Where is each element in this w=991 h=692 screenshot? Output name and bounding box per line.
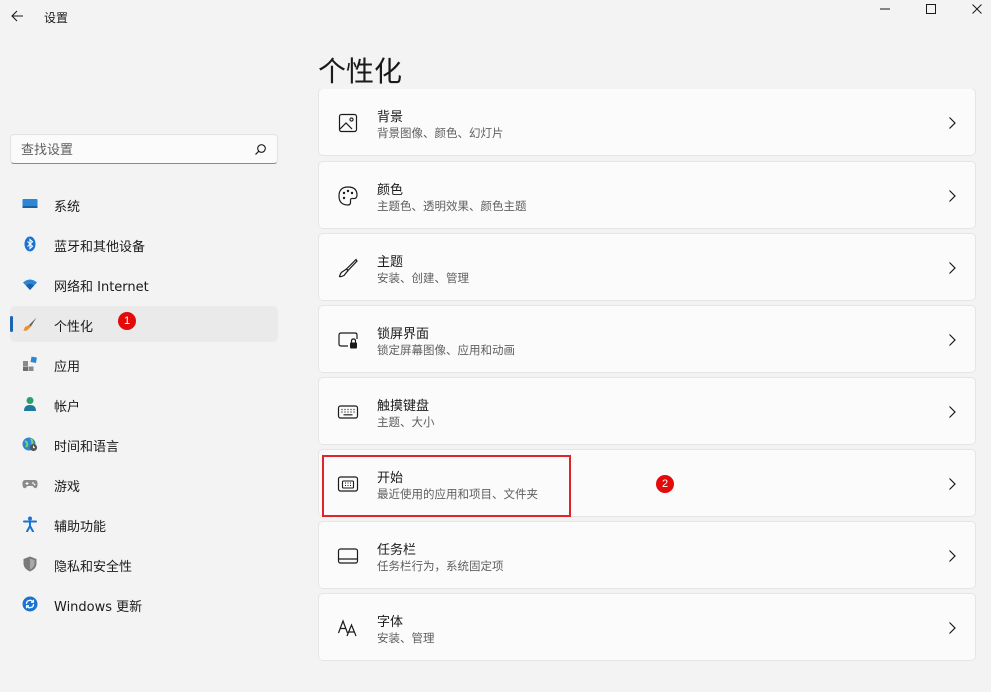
globe-clock-icon (22, 437, 38, 452)
card-subtitle: 安装、创建、管理 (377, 271, 469, 285)
minimize-icon (880, 8, 890, 10)
sidebar-item-windows-update[interactable]: Windows 更新 (10, 586, 278, 622)
chevron-right-icon (949, 190, 956, 202)
card-subtitle: 背景图像、颜色、幻灯片 (377, 126, 504, 140)
chevron-right-icon (949, 406, 956, 418)
picture-icon (338, 113, 358, 133)
update-icon (22, 596, 38, 612)
card-title: 开始 (377, 471, 404, 486)
bluetooth-icon (24, 236, 36, 252)
gamepad-icon (22, 480, 38, 489)
sidebar-item-time-language[interactable]: 时间和语言 (10, 426, 278, 462)
card-title: 锁屏界面 (377, 327, 430, 342)
palette-icon (338, 186, 358, 206)
card-colors[interactable]: 颜色 主题色、透明效果、颜色主题 (318, 161, 976, 229)
card-fonts[interactable]: 字体 安装、管理 (318, 593, 976, 661)
sidebar-item-label: 个性化 (54, 320, 94, 335)
sidebar-nav: 系统 蓝牙和其他设备 网络和 Internet 个性化 1 应用 帐户 时间和语… (10, 186, 278, 626)
card-title: 颜色 (377, 183, 404, 198)
sidebar-item-label: 游戏 (54, 480, 81, 495)
page-title: 个性化 (318, 55, 403, 88)
annotation-badge-1: 1 (118, 312, 136, 330)
sidebar-item-network[interactable]: 网络和 Internet (10, 266, 278, 302)
search-box[interactable] (10, 134, 278, 164)
card-title: 字体 (377, 615, 404, 630)
card-subtitle: 主题色、透明效果、颜色主题 (377, 199, 527, 213)
maximize-icon (926, 4, 936, 14)
card-start[interactable]: 开始 最近使用的应用和项目、文件夹 (318, 449, 976, 517)
sidebar-item-label: 系统 (54, 200, 81, 215)
accessibility-icon (23, 516, 37, 532)
sidebar-item-personalization[interactable]: 个性化 1 (10, 306, 278, 342)
sidebar-item-label: 时间和语言 (54, 440, 120, 455)
active-indicator (10, 316, 13, 332)
settings-card-list: 背景 背景图像、颜色、幻灯片 颜色 主题色、透明效果、颜色主题 主题 安装、创建… (318, 89, 976, 692)
chevron-right-icon (949, 117, 956, 129)
app-title: 设置 (44, 11, 69, 25)
card-background[interactable]: 背景 背景图像、颜色、幻灯片 (318, 89, 976, 156)
brush-icon (338, 258, 358, 278)
minimize-button[interactable] (862, 0, 908, 18)
sidebar-item-accounts[interactable]: 帐户 (10, 386, 278, 422)
card-taskbar[interactable]: 任务栏 任务栏行为，系统固定项 (318, 521, 976, 589)
close-button[interactable] (954, 0, 991, 18)
card-title: 触摸键盘 (377, 399, 430, 414)
chevron-right-icon (949, 262, 956, 274)
account-icon (24, 397, 36, 411)
apps-icon (23, 356, 37, 371)
card-subtitle: 主题、大小 (377, 415, 435, 429)
card-lock-screen[interactable]: 锁屏界面 锁定屏幕图像、应用和动画 (318, 305, 976, 373)
sidebar-item-accessibility[interactable]: 辅助功能 (10, 506, 278, 542)
sidebar-item-label: Windows 更新 (54, 600, 143, 615)
card-themes[interactable]: 主题 安装、创建、管理 (318, 233, 976, 301)
card-subtitle: 锁定屏幕图像、应用和动画 (377, 343, 515, 357)
sidebar-item-system[interactable]: 系统 (10, 186, 278, 222)
brush-icon (23, 317, 37, 331)
title-bar: 设置 (0, 0, 991, 34)
sidebar-item-label: 应用 (54, 360, 81, 375)
wifi-icon (23, 279, 37, 290)
taskbar-icon (337, 548, 359, 564)
sidebar-item-label: 隐私和安全性 (54, 560, 133, 575)
card-subtitle: 任务栏行为，系统固定项 (377, 559, 504, 573)
sidebar-item-label: 网络和 Internet (54, 280, 149, 295)
system-icon (22, 199, 38, 208)
font-icon (337, 619, 357, 637)
card-subtitle: 最近使用的应用和项目、文件夹 (377, 487, 538, 501)
search-icon (255, 144, 266, 155)
back-button[interactable] (8, 5, 30, 27)
chevron-right-icon (949, 622, 956, 634)
search-input[interactable] (21, 141, 241, 159)
card-title: 背景 (377, 110, 404, 125)
maximize-button[interactable] (908, 0, 954, 18)
chevron-right-icon (949, 550, 956, 562)
card-subtitle: 安装、管理 (377, 631, 435, 645)
sidebar-item-label: 帐户 (54, 400, 81, 415)
sidebar-item-apps[interactable]: 应用 (10, 346, 278, 382)
card-title: 主题 (377, 255, 404, 270)
shield-icon (23, 556, 37, 572)
sidebar-item-bluetooth[interactable]: 蓝牙和其他设备 (10, 226, 278, 262)
card-title: 任务栏 (377, 543, 417, 558)
sidebar-item-label: 辅助功能 (54, 520, 107, 535)
annotation-badge-2: 2 (656, 475, 674, 493)
chevron-right-icon (949, 334, 956, 346)
start-menu-icon (337, 476, 359, 492)
lock-screen-icon (338, 332, 358, 349)
sidebar-item-label: 蓝牙和其他设备 (54, 240, 146, 255)
close-icon (972, 4, 982, 14)
sidebar-item-privacy-security[interactable]: 隐私和安全性 (10, 546, 278, 582)
keyboard-icon (337, 405, 359, 419)
chevron-right-icon (949, 478, 956, 490)
card-touch-keyboard[interactable]: 触摸键盘 主题、大小 (318, 377, 976, 445)
sidebar-item-gaming[interactable]: 游戏 (10, 466, 278, 502)
back-arrow-icon (11, 10, 23, 22)
